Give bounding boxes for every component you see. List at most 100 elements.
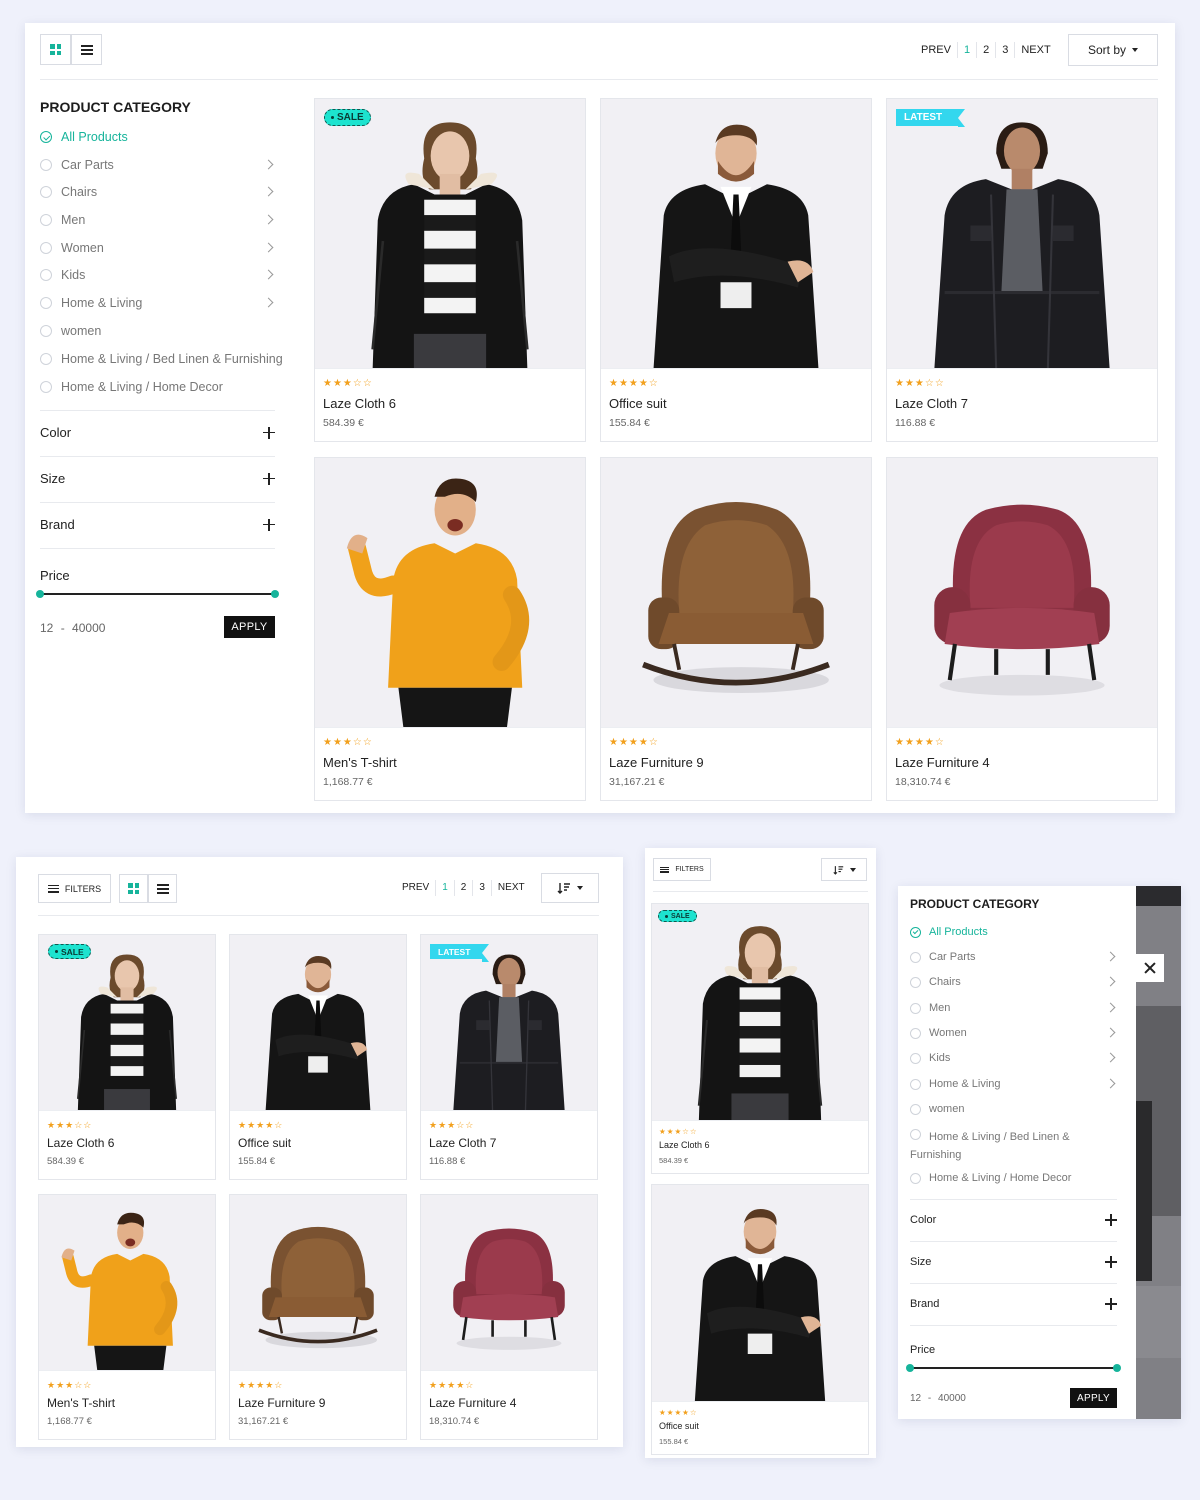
chevron-right-icon[interactable]: [263, 214, 274, 225]
product-name[interactable]: Office suit: [238, 1136, 291, 1150]
product-image[interactable]: [421, 1195, 597, 1372]
product-card[interactable]: ★★★★☆ Office suit 155.84 €: [651, 1184, 869, 1455]
product-name[interactable]: Laze Cloth 6: [47, 1136, 114, 1150]
grid-view-button[interactable]: [40, 34, 71, 65]
product-name[interactable]: Laze Cloth 6: [659, 1140, 710, 1150]
grid-view-button[interactable]: [119, 874, 148, 903]
category-item[interactable]: Chairs: [40, 185, 275, 199]
product-card[interactable]: ★★★☆☆ Men's T-shirt 1,168.77 €: [314, 457, 586, 801]
sort-dropdown[interactable]: Sort by: [1068, 34, 1158, 66]
sort-dropdown[interactable]: [821, 858, 867, 881]
category-item[interactable]: Men: [910, 1002, 1117, 1014]
product-card[interactable]: ★★★★☆ Laze Furniture 9 31,167.21 €: [229, 1194, 407, 1440]
prev-link[interactable]: PREV: [396, 880, 437, 896]
chevron-right-icon[interactable]: [263, 186, 274, 197]
price-max-handle[interactable]: [271, 589, 279, 598]
product-name[interactable]: Laze Furniture 4: [895, 755, 990, 770]
category-item[interactable]: Home & Living: [910, 1078, 1117, 1090]
price-max-handle[interactable]: [1113, 1363, 1121, 1372]
chevron-right-icon[interactable]: [1105, 1052, 1116, 1063]
chevron-right-icon[interactable]: [1105, 1078, 1116, 1089]
category-item[interactable]: Women: [910, 1027, 1117, 1039]
product-name[interactable]: Office suit: [659, 1421, 699, 1431]
facet-color[interactable]: Color: [910, 1214, 1117, 1226]
apply-button[interactable]: APPLY: [1070, 1388, 1117, 1408]
price-slider[interactable]: [36, 589, 279, 598]
chevron-right-icon[interactable]: [1105, 976, 1116, 987]
product-image[interactable]: [601, 458, 871, 729]
chevron-right-icon[interactable]: [263, 269, 274, 280]
next-link[interactable]: NEXT: [1015, 42, 1056, 58]
page-2-link[interactable]: 2: [977, 42, 997, 58]
product-image[interactable]: LATEST: [421, 935, 597, 1112]
page-1-link[interactable]: 1: [958, 42, 978, 58]
product-name[interactable]: Laze Furniture 4: [429, 1396, 516, 1410]
category-item[interactable]: Home & Living: [40, 296, 275, 310]
facet-size[interactable]: Size: [910, 1256, 1117, 1268]
chevron-right-icon[interactable]: [263, 242, 274, 253]
chevron-right-icon[interactable]: [263, 297, 274, 308]
chevron-right-icon[interactable]: [263, 159, 274, 170]
category-item[interactable]: Car Parts: [910, 951, 1117, 963]
sort-dropdown[interactable]: [541, 873, 599, 903]
product-image[interactable]: SALE: [39, 935, 215, 1112]
chevron-right-icon[interactable]: [1105, 951, 1116, 962]
category-item[interactable]: women: [40, 324, 275, 338]
category-item[interactable]: Car Parts: [40, 158, 275, 172]
list-view-button[interactable]: [71, 34, 102, 65]
product-card[interactable]: ★★★★☆ Office suit 155.84 €: [600, 98, 872, 442]
category-item[interactable]: All Products: [40, 130, 275, 144]
product-name[interactable]: Laze Cloth 7: [429, 1136, 496, 1150]
product-card[interactable]: ★★★★☆ Laze Furniture 4 18,310.74 €: [420, 1194, 598, 1440]
facet-color[interactable]: Color: [40, 425, 275, 440]
product-name[interactable]: Laze Furniture 9: [238, 1396, 325, 1410]
category-item[interactable]: women: [910, 1103, 1117, 1115]
filters-button[interactable]: FILTERS: [38, 874, 111, 903]
category-item[interactable]: Home & Living / Home Decor: [40, 380, 275, 394]
list-view-button[interactable]: [148, 874, 177, 903]
page-1-link[interactable]: 1: [436, 880, 455, 896]
product-name[interactable]: Men's T-shirt: [323, 755, 397, 770]
price-min-handle[interactable]: [36, 589, 44, 598]
next-link[interactable]: NEXT: [492, 880, 531, 896]
product-image[interactable]: [652, 1185, 868, 1403]
category-item[interactable]: Men: [40, 213, 275, 227]
product-image[interactable]: [39, 1195, 215, 1372]
category-item[interactable]: Home & Living / Home Decor: [910, 1172, 1117, 1184]
product-image[interactable]: [601, 99, 871, 370]
product-card[interactable]: LATEST ★★★☆☆ Laze Cloth 7 116.88 €: [420, 934, 598, 1180]
product-name[interactable]: Laze Cloth 6: [323, 396, 396, 411]
product-image[interactable]: [315, 458, 585, 729]
facet-brand[interactable]: Brand: [40, 517, 275, 532]
prev-link[interactable]: PREV: [915, 42, 958, 58]
product-image[interactable]: [230, 935, 406, 1112]
page-3-link[interactable]: 3: [996, 42, 1016, 58]
category-item[interactable]: Chairs: [910, 976, 1117, 988]
facet-size[interactable]: Size: [40, 471, 275, 486]
product-card[interactable]: ★★★★☆ Office suit 155.84 €: [229, 934, 407, 1180]
product-name[interactable]: Men's T-shirt: [47, 1396, 115, 1410]
category-item[interactable]: Kids: [910, 1052, 1117, 1064]
price-slider[interactable]: [906, 1363, 1121, 1372]
apply-button[interactable]: APPLY: [224, 616, 275, 638]
facet-brand[interactable]: Brand: [910, 1298, 1117, 1310]
chevron-right-icon[interactable]: [1105, 1002, 1116, 1013]
product-card[interactable]: LATEST ★★★☆☆ Laze Cloth 7 116.88 €: [886, 98, 1158, 442]
product-card[interactable]: ★★★★☆ Laze Furniture 9 31,167.21 €: [600, 457, 872, 801]
product-name[interactable]: Laze Furniture 9: [609, 755, 704, 770]
filters-button[interactable]: FILTERS: [653, 858, 711, 881]
product-name[interactable]: Office suit: [609, 396, 667, 411]
chevron-right-icon[interactable]: [1105, 1027, 1116, 1038]
product-card[interactable]: SALE ★★★☆☆ Laze Cloth 6 584.39 €: [651, 903, 869, 1174]
product-card[interactable]: ★★★☆☆ Men's T-shirt 1,168.77 €: [38, 1194, 216, 1440]
category-item[interactable]: Women: [40, 241, 275, 255]
page-3-link[interactable]: 3: [473, 880, 492, 896]
category-item[interactable]: Kids: [40, 268, 275, 282]
close-drawer-button[interactable]: [1136, 954, 1164, 982]
category-item[interactable]: All Products: [910, 926, 1117, 938]
product-image[interactable]: SALE: [315, 99, 585, 370]
page-2-link[interactable]: 2: [455, 880, 474, 896]
product-card[interactable]: SALE ★★★☆☆ Laze Cloth 6 584.39 €: [38, 934, 216, 1180]
product-image[interactable]: LATEST: [887, 99, 1157, 370]
product-name[interactable]: Laze Cloth 7: [895, 396, 968, 411]
